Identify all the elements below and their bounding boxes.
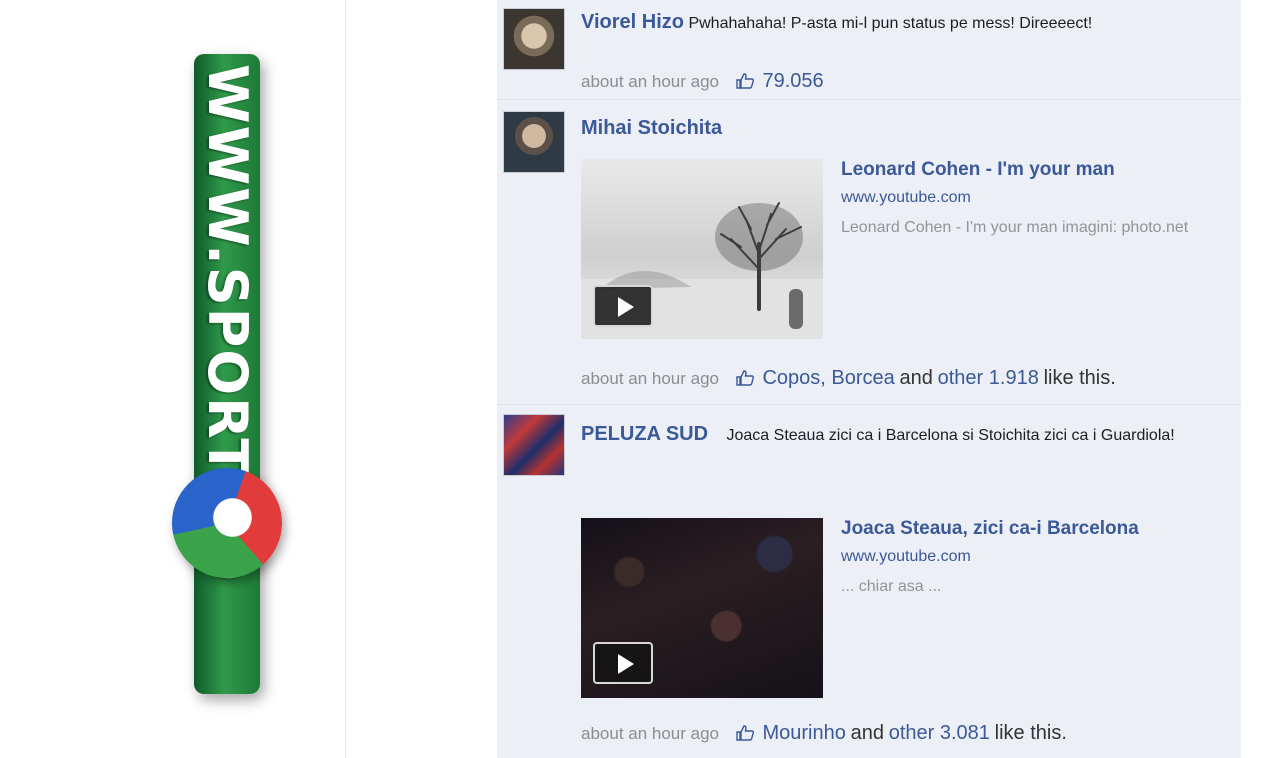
feed-post: PELUZA SUD Joaca Steaua zici ca i Barcel… (497, 406, 1241, 758)
post-meta: about an hour ago Copos, Borcea and othe… (581, 367, 1116, 390)
and-text: and (850, 722, 884, 744)
status-text: Joaca Steaua zici ca i Barcelona si Stoi… (726, 427, 1175, 444)
author-name[interactable]: PELUZA SUD (581, 423, 708, 445)
like-suffix: like this. (994, 722, 1067, 744)
link-title[interactable]: Joaca Steaua, zici ca-i Barcelona (841, 518, 1231, 540)
feed-post: Viorel Hizo Pwhahahaha! P-asta mi-l pun … (497, 0, 1241, 100)
post-content: PELUZA SUD Joaca Steaua zici ca i Barcel… (581, 422, 1229, 448)
divider (345, 0, 346, 758)
timestamp[interactable]: about an hour ago (581, 724, 719, 743)
avatar[interactable] (503, 414, 565, 476)
video-thumbnail[interactable] (581, 518, 823, 698)
play-icon[interactable] (593, 285, 653, 327)
thumbs-up-icon[interactable] (736, 73, 754, 89)
shared-link[interactable]: Leonard Cohen - I'm your man www.youtube… (581, 159, 1231, 349)
timestamp[interactable]: about an hour ago (581, 369, 719, 388)
link-description: ... chiar asa ... (841, 578, 942, 595)
thumbs-up-icon[interactable] (736, 370, 754, 386)
other-likers[interactable]: other 3.081 (889, 722, 990, 744)
link-description: Leonard Cohen - I'm your man imagini: ph… (841, 219, 1189, 236)
feed-post: Mihai Stoichita Leonard Cohen - I'm your… (497, 101, 1241, 405)
news-feed: Viorel Hizo Pwhahahaha! P-asta mi-l pun … (497, 0, 1241, 758)
avatar[interactable] (503, 111, 565, 173)
post-meta: about an hour ago Mourinho and other 3.0… (581, 722, 1067, 745)
logo-globe-icon (172, 468, 282, 578)
shared-link[interactable]: Joaca Steaua, zici ca-i Barcelona www.yo… (581, 518, 1231, 700)
link-title[interactable]: Leonard Cohen - I'm your man (841, 159, 1231, 181)
like-suffix: like this. (1043, 367, 1116, 389)
sport-ro-logo: WWW.SPORT.RO (150, 40, 300, 720)
likers[interactable]: Mourinho (762, 722, 845, 744)
link-url[interactable]: www.youtube.com (841, 189, 1231, 207)
play-icon[interactable] (593, 642, 653, 684)
post-meta: about an hour ago 79.056 (581, 70, 824, 93)
avatar[interactable] (503, 8, 565, 70)
other-likers[interactable]: other 1.918 (938, 367, 1039, 389)
author-name[interactable]: Viorel Hizo (581, 11, 684, 33)
video-thumbnail[interactable] (581, 159, 823, 339)
thumbs-up-icon[interactable] (736, 725, 754, 741)
author-name[interactable]: Mihai Stoichita (581, 117, 1229, 140)
and-text: and (899, 367, 933, 389)
like-count[interactable]: 79.056 (762, 70, 823, 92)
status-text: Pwhahahaha! P-asta mi-l pun status pe me… (688, 15, 1093, 32)
post-content: Viorel Hizo Pwhahahaha! P-asta mi-l pun … (581, 10, 1229, 36)
link-url[interactable]: www.youtube.com (841, 548, 1231, 566)
timestamp[interactable]: about an hour ago (581, 72, 719, 91)
likers[interactable]: Copos, Borcea (762, 367, 894, 389)
